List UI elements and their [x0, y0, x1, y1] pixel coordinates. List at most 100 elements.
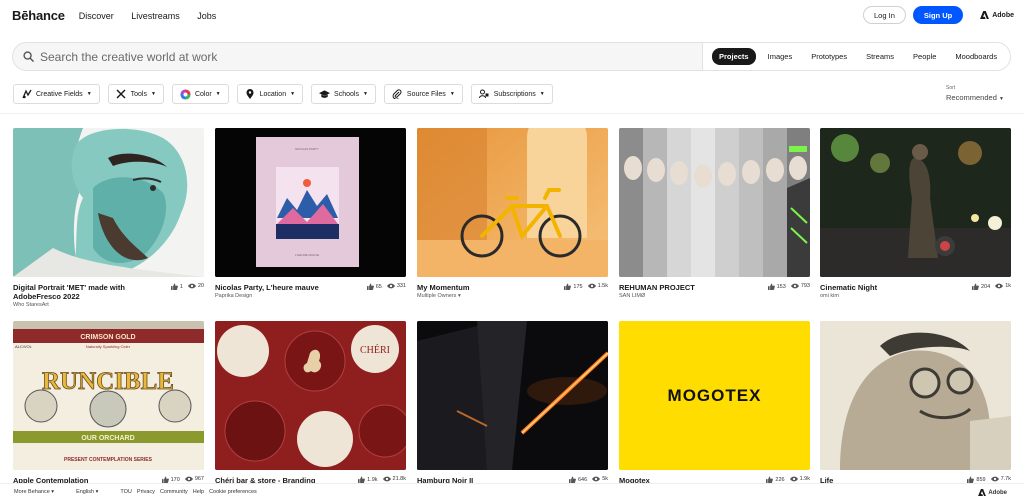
project-info: Digital Portrait 'MET' made with AdobeFr… — [13, 283, 143, 308]
signup-button[interactable]: Sign Up — [912, 6, 964, 24]
footer-link-help[interactable]: Help — [193, 489, 204, 495]
language-selector[interactable]: English ▾ — [76, 489, 98, 495]
footer-link-cookies[interactable]: Cookie preferences — [209, 489, 257, 495]
tab-images[interactable]: Images — [761, 48, 800, 65]
chevron-down-icon: ▼ — [449, 91, 455, 97]
project-card[interactable]: CRIMSON GOLD Naturally Sparkling Cider A… — [13, 321, 204, 485]
filter-label: Source Files — [406, 90, 446, 98]
filter-bar: Creative Fields ▼ Tools ▼ Color ▼ Location ▼… — [13, 84, 561, 104]
project-thumbnail[interactable]: CRIMSON GOLD Naturally Sparkling Cider A… — [13, 321, 204, 470]
behance-logo[interactable]: Bēhance — [12, 8, 65, 23]
tab-people[interactable]: People — [906, 48, 943, 65]
project-owner[interactable]: Paprika Design — [215, 293, 345, 299]
thumbs-up-icon — [569, 476, 576, 483]
eye-icon — [790, 283, 799, 289]
filter-subscriptions[interactable]: Subscriptions ▼ — [470, 84, 553, 104]
nav-jobs[interactable]: Jobs — [197, 11, 216, 21]
likes-count: 65 — [375, 283, 382, 290]
footer-link-community[interactable]: Community — [160, 489, 188, 495]
footer-link-tou[interactable]: TOU — [120, 489, 132, 495]
filter-tools[interactable]: Tools ▼ — [107, 84, 164, 104]
filter-label: Tools — [130, 90, 147, 98]
filter-label: Schools — [334, 90, 359, 98]
views: 331 — [386, 283, 406, 289]
filter-schools[interactable]: Schools ▼ — [311, 84, 376, 104]
thumbs-up-icon — [766, 476, 774, 483]
label-subtext: Naturally Sparkling Cider — [86, 344, 131, 349]
views-count: 1k — [1005, 283, 1011, 289]
login-button[interactable]: Log In — [863, 6, 906, 24]
appreciations: 175 — [564, 283, 583, 290]
project-meta: My Momentum Multiple Owners ▾ 175 1.5k — [417, 283, 608, 299]
project-card[interactable]: Hamburg Noir II 646 5k — [417, 321, 608, 485]
appreciations: 226 — [766, 476, 785, 483]
project-card[interactable]: My Momentum Multiple Owners ▾ 175 1.5k — [417, 128, 608, 299]
project-thumbnail[interactable]: NICOLAS PARTY L'HEURE MAUVE — [215, 128, 406, 277]
thumbs-up-icon — [358, 476, 366, 483]
nav-discover[interactable]: Discover — [79, 11, 114, 21]
search-input[interactable]: Search the creative world at work — [13, 43, 703, 70]
project-thumbnail[interactable] — [13, 128, 204, 277]
footer-adobe-link[interactable]: Adobe — [978, 489, 1012, 496]
project-card[interactable]: MOGOTEX Mogotex 226 1.9k — [619, 321, 810, 485]
label-series: PRESENT CONTEMPLATION SERIES — [64, 457, 153, 463]
chevron-down-icon: ▼ — [150, 91, 156, 97]
project-title[interactable]: Digital Portrait 'MET' made with AdobeFr… — [13, 283, 143, 301]
project-thumbnail[interactable] — [619, 128, 810, 277]
filter-location[interactable]: Location ▼ — [236, 84, 304, 104]
project-thumbnail[interactable] — [820, 128, 1011, 277]
chevron-down-icon: ▼ — [215, 91, 221, 97]
project-owner[interactable]: Who StaresArt — [13, 302, 143, 308]
project-title[interactable]: Nicolas Party, L'heure mauve — [215, 283, 345, 292]
project-title[interactable]: My Momentum — [417, 283, 547, 292]
adobe-label: Adobe — [992, 11, 1014, 19]
likes-count: 1 — [179, 283, 183, 290]
project-card[interactable]: Digital Portrait 'MET' made with AdobeFr… — [13, 128, 204, 308]
nav-livestreams[interactable]: Livestreams — [131, 11, 180, 21]
views-count: 1.5k — [597, 283, 608, 289]
filter-color[interactable]: Color ▼ — [171, 84, 229, 104]
project-title[interactable]: REHUMAN PROJECT — [619, 283, 749, 292]
project-owner[interactable]: SAN LIMØ — [619, 293, 749, 299]
account-actions: Log In Sign Up Adobe — [863, 6, 1014, 24]
tab-prototypes[interactable]: Prototypes — [804, 48, 854, 65]
chevron-down-icon: ▼ — [539, 91, 545, 97]
project-owner[interactable]: Multiple Owners ▾ — [417, 293, 547, 299]
project-thumbnail[interactable] — [417, 128, 608, 277]
label-text: CRIMSON GOLD — [80, 334, 135, 341]
chevron-down-icon: ▼ — [362, 91, 368, 97]
appreciations: 65 — [366, 283, 382, 290]
search-icon — [23, 51, 34, 62]
project-title[interactable]: Cinematic Night — [820, 283, 950, 292]
project-thumbnail[interactable]: MOGOTEX — [619, 321, 810, 470]
project-card[interactable]: REHUMAN PROJECT SAN LIMØ 153 793 — [619, 128, 810, 299]
tab-moodboards[interactable]: Moodboards — [948, 48, 1004, 65]
filter-label: Color — [194, 90, 212, 98]
appreciations: 1 — [170, 283, 183, 290]
project-card[interactable]: Life 859 7.7k — [820, 321, 1011, 485]
project-owner[interactable]: omi kim — [820, 293, 950, 299]
sort-dropdown[interactable]: Sort Recommended ▼ — [946, 85, 1004, 102]
project-card[interactable]: Cinematic Night omi kim 204 1k — [820, 128, 1011, 299]
filter-creative-fields[interactable]: Creative Fields ▼ — [13, 84, 100, 104]
project-thumbnail[interactable] — [820, 321, 1011, 470]
footer-link-privacy[interactable]: Privacy — [137, 489, 155, 495]
views-count: 1.9k — [799, 476, 810, 482]
tab-streams[interactable]: Streams — [859, 48, 901, 65]
project-card[interactable]: NICOLAS PARTY L'HEURE MAUVE Nicolas Part… — [215, 128, 406, 299]
views: 7.7k — [990, 476, 1011, 482]
project-info: Nicolas Party, L'heure mauve Paprika Des… — [215, 283, 345, 299]
eye-icon — [386, 283, 395, 289]
project-thumbnail[interactable]: CHÉRI — [215, 321, 406, 470]
project-card[interactable]: CHÉRI Chéri bar & store - Branding 1.9k … — [215, 321, 406, 485]
project-meta: Nicolas Party, L'heure mauve Paprika Des… — [215, 283, 406, 299]
views: 21.8k — [382, 476, 406, 482]
main-nav: Discover Livestreams Jobs — [79, 6, 229, 24]
filter-source-files[interactable]: Source Files ▼ — [383, 84, 463, 104]
tab-projects[interactable]: Projects — [712, 48, 756, 65]
adobe-link[interactable]: Adobe — [980, 11, 1014, 19]
project-stats: 153 793 — [763, 283, 810, 299]
views-count: 967 — [194, 476, 204, 482]
more-behance-link[interactable]: More Behance ▾ — [14, 489, 54, 495]
project-thumbnail[interactable] — [417, 321, 608, 470]
